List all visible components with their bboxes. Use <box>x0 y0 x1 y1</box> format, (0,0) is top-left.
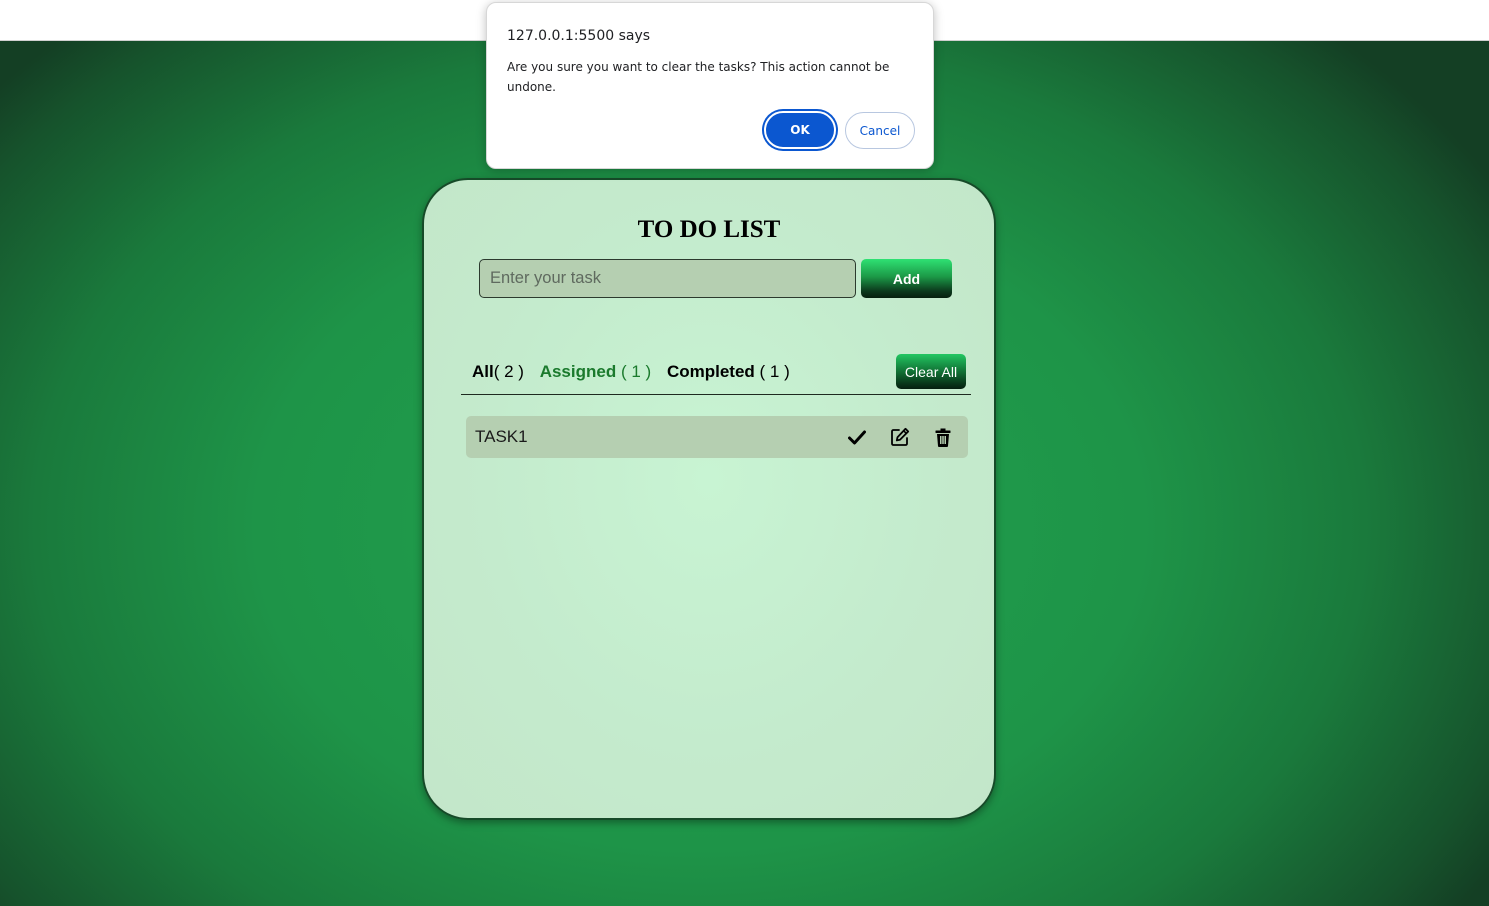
check-icon[interactable] <box>846 426 868 448</box>
filter-tabs: All( 2 ) Assigned ( 1 ) Completed ( 1 ) <box>472 362 801 382</box>
edit-icon[interactable] <box>889 426 911 448</box>
page-title: TO DO LIST <box>637 216 781 243</box>
filter-completed-label: Completed <box>666 362 755 381</box>
filter-assigned-count: ( 1 ) <box>620 362 652 381</box>
filter-assigned[interactable]: Assigned ( 1 ) <box>540 362 652 382</box>
filter-completed-count: ( 1 ) <box>759 362 790 381</box>
trash-icon[interactable] <box>932 426 954 448</box>
task-input[interactable] <box>479 259 856 298</box>
filter-completed[interactable]: Completed ( 1 ) <box>667 362 790 382</box>
filter-all-label: All <box>472 362 494 381</box>
dialog-title: 127.0.0.1:5500 says <box>507 28 651 44</box>
confirm-dialog: 127.0.0.1:5500 says Are you sure you wan… <box>486 2 934 169</box>
dialog-message: Are you sure you want to clear the tasks… <box>507 60 890 94</box>
task-row: TASK1 <box>466 416 968 458</box>
filter-all-count: ( 2 ) <box>493 362 524 381</box>
cancel-button[interactable]: Cancel <box>845 112 915 149</box>
filter-assigned-label: Assigned <box>539 362 617 381</box>
add-button[interactable]: Add <box>861 259 952 298</box>
filter-all[interactable]: All( 2 ) <box>472 362 524 382</box>
ok-button[interactable]: OK <box>764 111 836 149</box>
todo-card: TO DO LIST Add All( 2 ) Assigned ( 1 ) C… <box>422 178 996 820</box>
divider <box>461 394 971 395</box>
clear-all-button[interactable]: Clear All <box>896 354 966 389</box>
task-text: TASK1 <box>475 427 528 446</box>
